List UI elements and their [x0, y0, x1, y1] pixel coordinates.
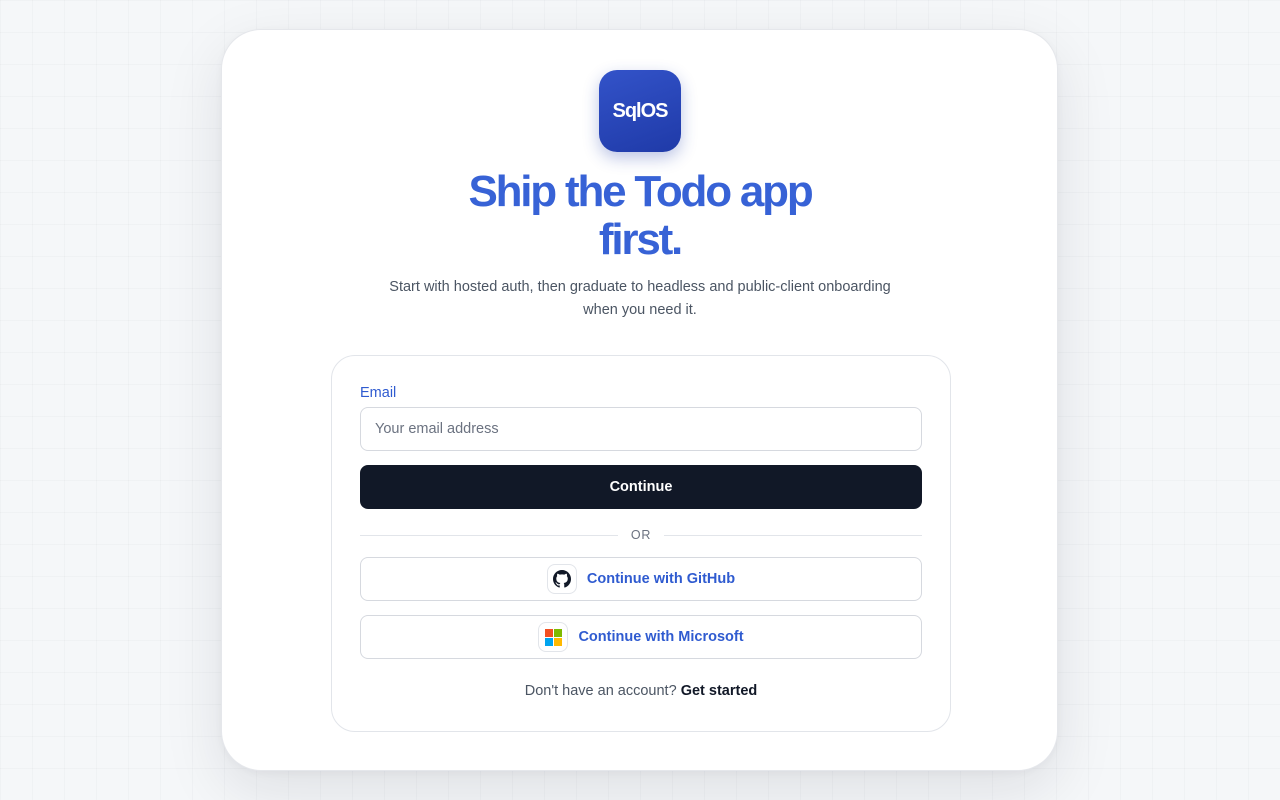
- microsoft-tile-yellow: [553, 637, 562, 646]
- microsoft-icon: [538, 622, 569, 652]
- continue-button[interactable]: Continue: [360, 465, 922, 509]
- sqlos-logo: SqlOS: [599, 70, 681, 152]
- microsoft-logo-grid: [544, 628, 562, 646]
- signup-prompt: Don't have an account? Get started: [360, 683, 922, 699]
- signup-prompt-text: Don't have an account?: [524, 683, 677, 699]
- page-title: Ship the Todo app first.: [468, 167, 813, 264]
- logo-text: SqlOS: [612, 99, 668, 122]
- continue-with-microsoft-button[interactable]: Continue with Microsoft: [360, 615, 922, 659]
- login-card: SqlOS Ship the Todo app first. Start wit…: [221, 29, 1058, 771]
- or-divider: OR: [360, 526, 923, 544]
- email-label: Email: [360, 385, 397, 401]
- microsoft-tile-blue: [544, 637, 553, 646]
- microsoft-tile-red: [544, 628, 553, 637]
- divider-line-right: [664, 534, 923, 536]
- continue-with-github-button[interactable]: Continue with GitHub: [360, 557, 922, 601]
- email-field[interactable]: [360, 407, 922, 451]
- github-icon: [546, 564, 577, 594]
- get-started-link[interactable]: Get started: [681, 683, 758, 699]
- page-subtitle: Start with hosted auth, then graduate to…: [389, 279, 891, 318]
- microsoft-tile-green: [553, 628, 562, 637]
- divider-text: OR: [630, 528, 652, 542]
- microsoft-button-label: Continue with Microsoft: [578, 629, 744, 645]
- github-button-label: Continue with GitHub: [586, 571, 736, 587]
- sign-in-form: Email Continue OR Continue with GitHub: [331, 355, 951, 732]
- divider-line-left: [360, 534, 618, 536]
